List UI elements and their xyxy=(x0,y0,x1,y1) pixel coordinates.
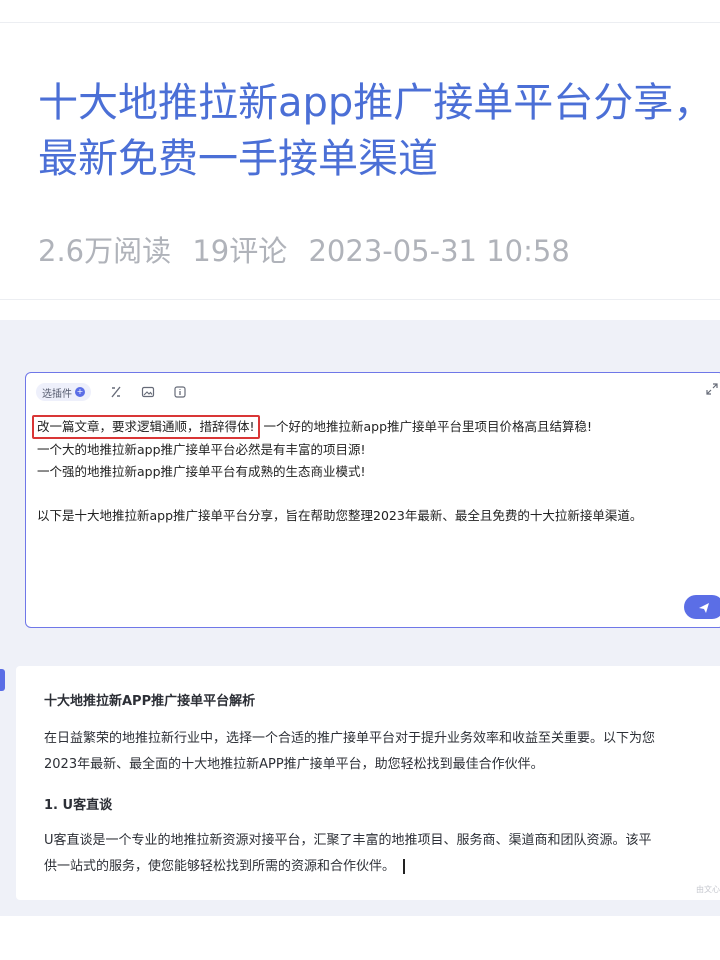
send-icon xyxy=(699,602,709,613)
article-meta: 2.6万阅读 19评论 2023-05-31 10:58 xyxy=(38,228,582,270)
watermark: 由文心 xyxy=(696,885,720,894)
select-plugin-button[interactable]: 选插件 + xyxy=(36,383,91,401)
prompt-editor[interactable]: 选插件 + 改一篇文章，要求逻辑通顺，措辞得体! 一个好的地推拉新app推广接单… xyxy=(25,372,720,628)
result-paragraph-2-line-2: 供一站式的服务，使您能够轻松找到所需的资源和合作伙伴。 xyxy=(44,854,652,880)
expand-icon[interactable] xyxy=(706,383,718,398)
info-icon[interactable] xyxy=(173,385,187,399)
article-title-line-2[interactable]: 最新免费一手接单渠道 xyxy=(38,131,720,187)
article-header: 十大地推拉新app推广接单平台分享， 最新免费一手接单渠道 2.6万阅读 19评… xyxy=(0,22,720,300)
result-paragraph-2-line-1: U客直谈是一个专业的地推拉新资源对接平台，汇聚了丰富的地推项目、服务商、渠道商和… xyxy=(44,833,652,848)
side-tab[interactable] xyxy=(0,669,5,691)
prompt-line-1-rest: 一个好的地推拉新app推广接单平台里项目价格高且结算稳! xyxy=(263,419,593,434)
image-icon[interactable] xyxy=(141,385,155,399)
result-subheading-1: 1. U客直谈 xyxy=(44,798,113,813)
highlighted-prompt: 改一篇文章，要求逻辑通顺，措辞得体! xyxy=(32,415,260,439)
result-paragraph-1: 在日益繁荣的地推拉新行业中，选择一个合适的推广接单平台对于提升业务效率和收益至关… xyxy=(44,726,655,778)
send-button[interactable] xyxy=(684,595,720,619)
editor-toolbar: 选插件 + xyxy=(36,381,187,403)
plus-icon: + xyxy=(75,387,85,397)
generated-result: 十大地推拉新APP推广接单平台解析 在日益繁荣的地推拉新行业中，选择一个合适的推… xyxy=(16,666,720,900)
ai-writing-panel: 选插件 + 改一篇文章，要求逻辑通顺，措辞得体! 一个好的地推拉新app推广接单… xyxy=(0,320,720,916)
prompt-line-1: 改一篇文章，要求逻辑通顺，措辞得体! 一个好的地推拉新app推广接单平台里项目价… xyxy=(32,415,720,439)
select-plugin-label: 选插件 xyxy=(42,388,72,400)
result-paragraph-1-line-2: 2023年最新、最全面的十大地推拉新APP推广接单平台，助您轻松找到最佳合作伙伴… xyxy=(44,757,544,772)
format-icon[interactable] xyxy=(109,385,123,399)
prompt-text[interactable]: 改一篇文章，要求逻辑通顺，措辞得体! 一个好的地推拉新app推广接单平台里项目价… xyxy=(32,415,720,527)
prompt-line-4: 以下是十大地推拉新app推广接单平台分享，旨在帮助您整理2023年最新、最全且免… xyxy=(37,508,643,523)
prompt-line-3: 一个强的地推拉新app推广接单平台有成熟的生态商业模式! xyxy=(37,464,366,479)
result-paragraph-1-line-1: 在日益繁荣的地推拉新行业中，选择一个合适的推广接单平台对于提升业务效率和收益至关… xyxy=(44,731,656,746)
comment-count[interactable]: 19评论 xyxy=(192,234,287,268)
article-title[interactable]: 十大地推拉新app推广接单平台分享， 最新免费一手接单渠道 xyxy=(38,75,720,187)
publish-datetime: 2023-05-31 10:58 xyxy=(308,234,570,268)
article-title-line-1[interactable]: 十大地推拉新app推广接单平台分享， xyxy=(38,75,720,131)
read-count: 2.6万阅读 xyxy=(38,234,172,268)
result-heading: 十大地推拉新APP推广接单平台解析 xyxy=(44,694,256,709)
result-paragraph-2: U客直谈是一个专业的地推拉新资源对接平台，汇聚了丰富的地推项目、服务商、渠道商和… xyxy=(44,828,652,880)
text-caret xyxy=(403,859,406,874)
result-paragraph-2-line-2-text: 供一站式的服务，使您能够轻松找到所需的资源和合作伙伴。 xyxy=(44,859,396,874)
prompt-line-2: 一个大的地推拉新app推广接单平台必然是有丰富的项目源! xyxy=(37,442,366,457)
